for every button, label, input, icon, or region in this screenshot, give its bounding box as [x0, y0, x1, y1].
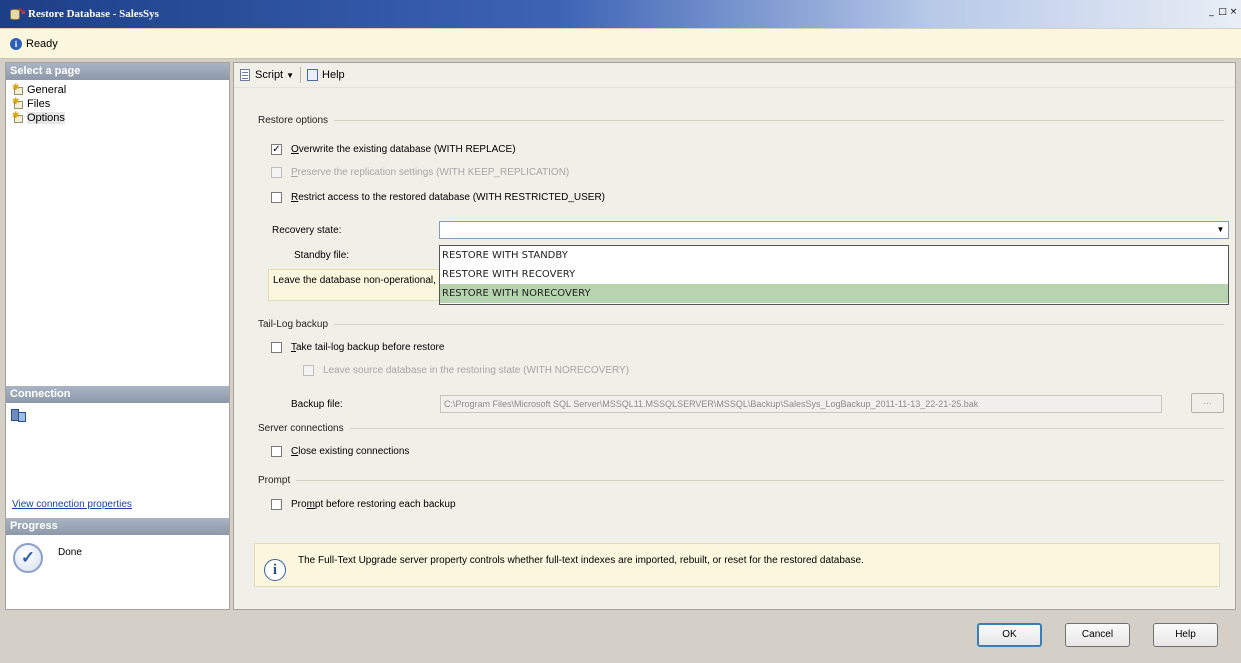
server-connections-header: Server connections: [258, 423, 1224, 434]
restrict-access-label: Restrict access to the restored database…: [291, 192, 605, 203]
script-icon: [239, 68, 253, 82]
page-item-files[interactable]: ✱ Files: [12, 96, 229, 111]
prompt-before-label: Prompt before restoring each backup: [291, 499, 456, 510]
preserve-replication-label: Preserve the replication settings (WITH …: [291, 167, 570, 178]
progress-section: Progress ✓ Done: [6, 518, 229, 573]
recovery-option-standby[interactable]: RESTORE WITH STANDBY: [440, 246, 1228, 265]
help-label: Help: [322, 69, 345, 81]
left-pane: Select a page ✱ General ✱ Files ✱ Option…: [5, 62, 230, 610]
prompt-before-checkbox[interactable]: [271, 499, 282, 510]
take-tail-log-checkbox[interactable]: [271, 342, 282, 353]
main-pane: Script ▼ Help Restore options ✓ Overwrit…: [233, 62, 1236, 610]
take-tail-log-label: Take tail-log backup before restore: [291, 342, 445, 353]
status-text: Ready: [26, 37, 58, 50]
recovery-option-recovery[interactable]: RESTORE WITH RECOVERY: [440, 265, 1228, 284]
section-title: Restore options: [258, 115, 329, 126]
help-icon: [306, 68, 320, 82]
view-connection-properties-link[interactable]: View connection properties: [12, 499, 132, 510]
backup-file-label: Backup file:: [291, 399, 343, 410]
page-list: ✱ General ✱ Files ✱ Options: [6, 80, 229, 125]
progress-header: Progress: [6, 518, 229, 535]
minimize-button[interactable]: _: [1206, 7, 1217, 19]
restore-database-icon: ↘: [10, 7, 26, 21]
preserve-replication-option: Preserve the replication settings (WITH …: [271, 167, 569, 178]
page-item-label: Options: [27, 112, 65, 124]
title-bar: ↘ Restore Database - SalesSys _ □ ×: [0, 0, 1241, 28]
prompt-header: Prompt: [258, 475, 1224, 486]
take-tail-log-option[interactable]: Take tail-log backup before restore: [271, 342, 444, 353]
server-connection-icon: [11, 409, 29, 423]
standby-file-label: Standby file:: [294, 250, 350, 261]
script-button[interactable]: Script ▼: [239, 68, 294, 82]
recovery-state-note: Leave the database non-operational, and …: [268, 269, 468, 301]
browse-backup-file-button: ...: [1191, 393, 1224, 413]
toolbar: Script ▼ Help: [234, 63, 1235, 88]
recovery-state-label: Recovery state:: [272, 225, 342, 236]
preserve-replication-checkbox: [271, 167, 282, 178]
prompt-before-option[interactable]: Prompt before restoring each backup: [271, 499, 456, 510]
page-icon: ✱: [12, 82, 24, 96]
cancel-button[interactable]: Cancel: [1065, 623, 1130, 647]
close-connections-checkbox[interactable]: [271, 446, 282, 457]
restore-options-header: Restore options: [258, 115, 1224, 126]
help-toolbar-button[interactable]: Help: [306, 68, 345, 82]
recovery-state-select[interactable]: ▼: [439, 221, 1229, 239]
help-button[interactable]: Help: [1153, 623, 1218, 647]
close-connections-option[interactable]: Close existing connections: [271, 446, 409, 457]
ok-button[interactable]: OK: [977, 623, 1042, 647]
restrict-access-option[interactable]: Restrict access to the restored database…: [271, 192, 605, 203]
chevron-down-icon[interactable]: ▼: [1213, 222, 1228, 238]
close-button[interactable]: ×: [1228, 7, 1239, 19]
info-icon: i: [264, 559, 286, 581]
window-controls: _ □ ×: [1206, 7, 1239, 19]
select-page-header: Select a page: [6, 63, 229, 80]
overwrite-label: Overwrite the existing database (WITH RE…: [291, 144, 516, 155]
full-text-info-banner: i The Full-Text Upgrade server property …: [254, 543, 1220, 587]
page-item-options[interactable]: ✱ Options: [12, 110, 229, 125]
recovery-option-norecovery[interactable]: RESTORE WITH NORECOVERY: [440, 284, 1228, 303]
page-item-general[interactable]: ✱ General: [12, 82, 229, 97]
section-title: Prompt: [258, 475, 291, 486]
connection-section: Connection: [6, 386, 229, 423]
chevron-down-icon[interactable]: ▼: [286, 71, 294, 80]
recovery-state-dropdown: RESTORE WITH STANDBY RESTORE WITH RECOVE…: [439, 245, 1229, 305]
info-banner-text: The Full-Text Upgrade server property co…: [298, 554, 864, 566]
script-label: Script: [255, 69, 284, 81]
backup-file-input: C:\Program Files\Microsoft SQL Server\MS…: [440, 395, 1162, 413]
tail-log-header: Tail-Log backup: [258, 319, 1224, 330]
leave-source-label: Leave source database in the restoring s…: [323, 365, 630, 376]
info-icon: i: [10, 37, 22, 50]
window-title: Restore Database - SalesSys: [28, 8, 159, 20]
page-icon: ✱: [12, 110, 24, 124]
close-connections-label: Close existing connections: [291, 446, 410, 457]
toolbar-separator: [300, 67, 302, 83]
connection-header: Connection: [6, 386, 229, 403]
page-item-label: Files: [27, 98, 51, 110]
checkmark-icon: ✓: [13, 543, 43, 573]
page-icon: ✱: [12, 96, 24, 110]
section-title: Tail-Log backup: [258, 319, 329, 330]
status-bar: i Ready: [0, 29, 1241, 59]
progress-status: Done: [58, 547, 82, 558]
leave-source-checkbox: [303, 365, 314, 376]
overwrite-option[interactable]: ✓ Overwrite the existing database (WITH …: [271, 144, 516, 155]
page-item-label: General: [27, 84, 67, 96]
maximize-button[interactable]: □: [1217, 7, 1228, 19]
section-title: Server connections: [258, 423, 344, 434]
restrict-access-checkbox[interactable]: [271, 192, 282, 203]
overwrite-checkbox[interactable]: ✓: [271, 144, 282, 155]
leave-source-option: Leave source database in the restoring s…: [303, 365, 629, 376]
